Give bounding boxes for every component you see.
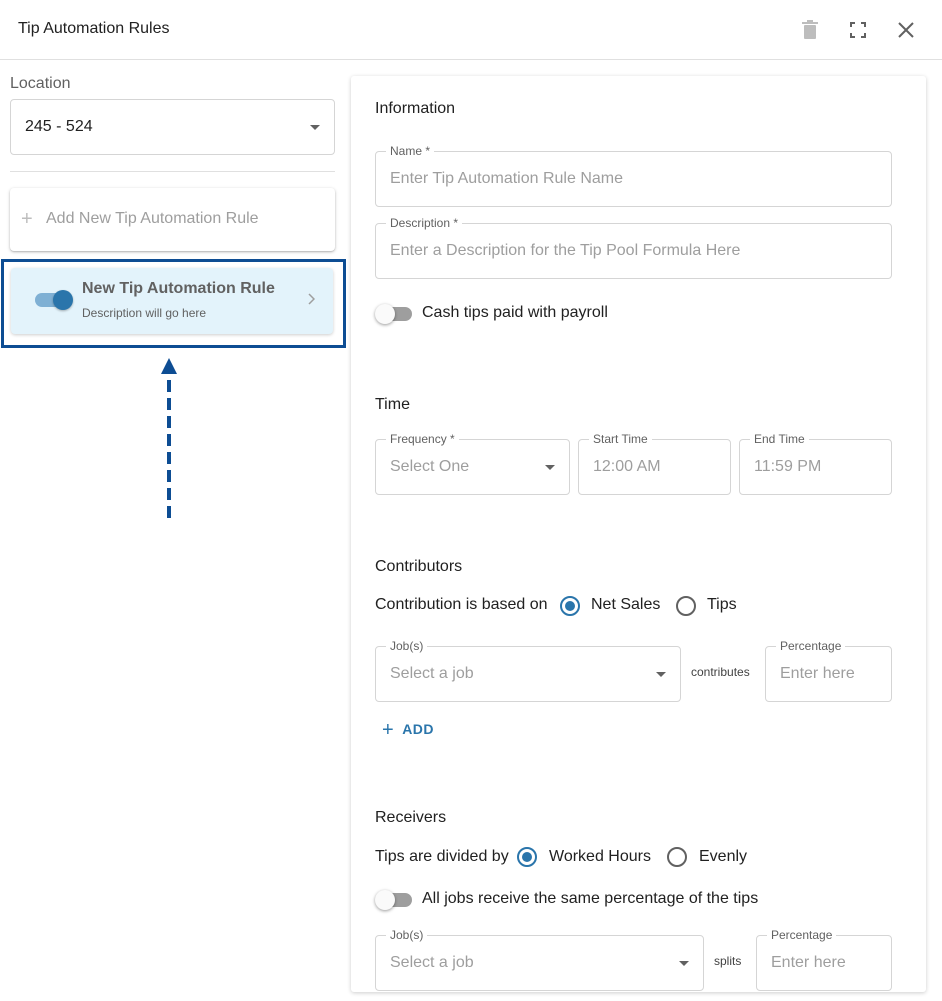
- fullscreen-icon[interactable]: [846, 18, 870, 42]
- name-field[interactable]: Name * Enter Tip Automation Rule Name: [375, 144, 892, 207]
- chevron-down-icon: [679, 961, 689, 966]
- receiver-percentage-placeholder: Enter here: [771, 954, 846, 971]
- description-field[interactable]: Description * Enter a Description for th…: [375, 216, 892, 279]
- add-contributor-label: ADD: [402, 721, 435, 737]
- chevron-down-icon: [656, 672, 666, 677]
- receiver-percentage-field[interactable]: Percentage Enter here: [756, 928, 892, 991]
- same-percentage-label: All jobs receive the same percentage of …: [422, 890, 759, 907]
- contributors-title: Contributors: [375, 558, 463, 575]
- end-time-label: End Time: [750, 432, 809, 446]
- rule-enabled-toggle[interactable]: [35, 290, 73, 310]
- sidebar-divider: [10, 171, 335, 172]
- rule-list-item[interactable]: New Tip Automation Rule Description will…: [11, 268, 333, 334]
- contributor-job-select[interactable]: Job(s) Select a job: [375, 639, 681, 702]
- contributor-percentage-label: Percentage: [776, 639, 846, 653]
- start-time-field[interactable]: Start Time 12:00 AM: [578, 432, 731, 495]
- contributor-job-placeholder: Select a job: [390, 665, 474, 682]
- information-title: Information: [375, 100, 456, 117]
- receiver-percentage-label: Percentage: [767, 928, 837, 942]
- location-select[interactable]: 245 - 524: [10, 99, 335, 155]
- start-time-label: Start Time: [589, 432, 652, 446]
- receivers-title: Receivers: [375, 809, 447, 826]
- add-contributor-button[interactable]: + ADD: [382, 719, 434, 742]
- cash-tips-toggle[interactable]: [375, 304, 412, 324]
- name-field-label: Name *: [386, 144, 435, 158]
- receiver-job-label: Job(s): [386, 928, 428, 942]
- radio-net-sales-label: Net Sales: [591, 596, 661, 613]
- close-icon[interactable]: [894, 18, 918, 42]
- radio-evenly[interactable]: [667, 847, 687, 867]
- up-arrow-annotation: [161, 358, 177, 520]
- plus-icon: +: [21, 208, 33, 230]
- contributor-percentage-field[interactable]: Percentage Enter here: [765, 639, 892, 702]
- rule-title: New Tip Automation Rule: [82, 280, 275, 297]
- contribution-based-label: Contribution is based on: [375, 596, 548, 613]
- contributes-label: contributes: [691, 665, 750, 679]
- receiver-job-select[interactable]: Job(s) Select a job: [375, 928, 704, 991]
- divided-by-label: Tips are divided by: [375, 848, 509, 865]
- rule-description: Description will go here: [82, 306, 207, 320]
- same-percentage-toggle[interactable]: [375, 890, 412, 910]
- receiver-job-placeholder: Select a job: [390, 954, 474, 971]
- dialog-title: Tip Automation Rules: [18, 20, 170, 37]
- end-time-value: 11:59 PM: [754, 458, 822, 475]
- contributor-percentage-placeholder: Enter here: [780, 665, 855, 682]
- description-field-label: Description *: [386, 216, 463, 230]
- frequency-select[interactable]: Frequency * Select One: [375, 432, 570, 495]
- radio-evenly-label: Evenly: [699, 848, 748, 865]
- radio-net-sales[interactable]: [560, 596, 580, 616]
- add-rule-button[interactable]: + Add New Tip Automation Rule: [10, 188, 335, 251]
- chevron-down-icon: [310, 125, 320, 130]
- frequency-label: Frequency *: [386, 432, 459, 446]
- radio-worked-hours-label: Worked Hours: [549, 848, 651, 865]
- splits-label: splits: [714, 954, 742, 968]
- trash-icon[interactable]: [798, 18, 822, 42]
- name-field-placeholder: Enter Tip Automation Rule Name: [390, 170, 624, 187]
- rule-form-panel: Information Name * Enter Tip Automation …: [351, 76, 926, 992]
- contributor-job-label: Job(s): [386, 639, 428, 653]
- location-label: Location: [10, 75, 71, 92]
- cash-tips-label: Cash tips paid with payroll: [422, 304, 608, 321]
- description-field-placeholder: Enter a Description for the Tip Pool For…: [390, 242, 741, 259]
- end-time-field[interactable]: End Time 11:59 PM: [739, 432, 892, 495]
- start-time-value: 12:00 AM: [593, 458, 661, 475]
- time-title: Time: [375, 396, 410, 413]
- add-rule-label: Add New Tip Automation Rule: [46, 210, 259, 227]
- radio-worked-hours[interactable]: [517, 847, 537, 867]
- location-value: 245 - 524: [25, 118, 93, 135]
- chevron-right-icon: [307, 292, 316, 310]
- radio-tips[interactable]: [676, 596, 696, 616]
- frequency-placeholder: Select One: [390, 458, 470, 475]
- dialog-header: Tip Automation Rules: [0, 0, 942, 60]
- radio-tips-label: Tips: [707, 596, 737, 613]
- chevron-down-icon: [545, 465, 555, 470]
- plus-icon: +: [382, 719, 395, 741]
